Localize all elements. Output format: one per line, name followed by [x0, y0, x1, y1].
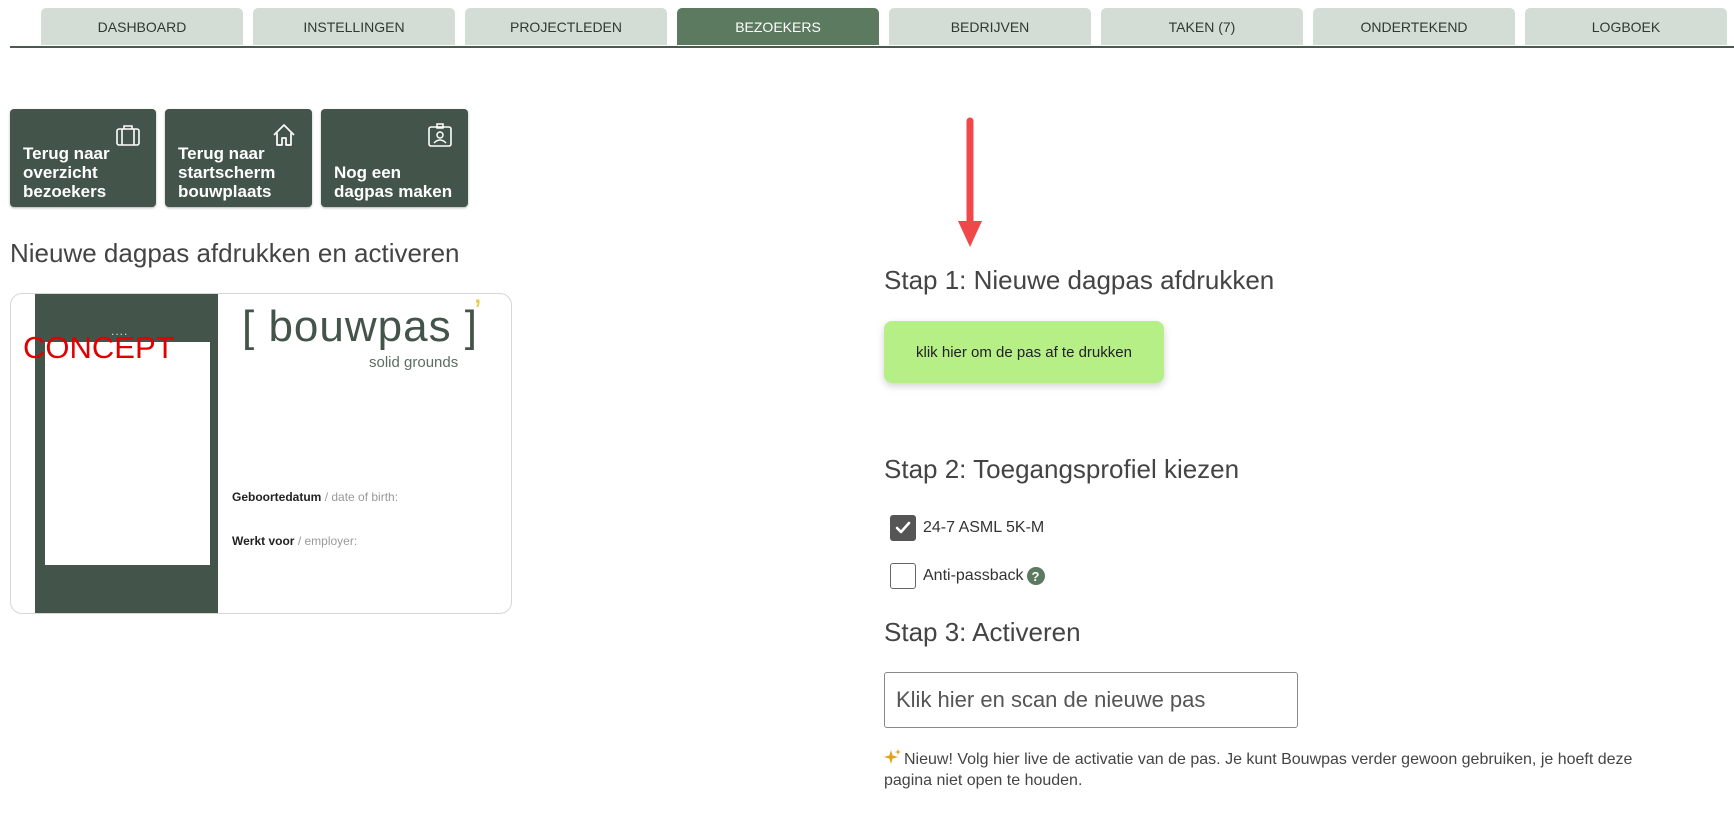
tab-projectleden[interactable]: PROJECTLEDEN: [465, 8, 667, 45]
employer-sublabel: / employer:: [297, 534, 358, 548]
new-day-pass-button[interactable]: Nog een dagpas maken: [321, 109, 468, 207]
help-icon[interactable]: ?: [1026, 567, 1045, 585]
anti-passback-label: Anti-passback: [923, 567, 1024, 584]
birth-date-label: Geboortedatum: [232, 490, 322, 504]
logo-tagline: solid grounds: [369, 354, 459, 371]
photo-placeholder: [45, 342, 210, 565]
logo-text: [ bouwpas ]: [242, 302, 479, 351]
profile-checkbox[interactable]: [890, 515, 916, 541]
step3-title: Stap 3: Activeren: [884, 617, 1081, 647]
activation-note-text: Nieuw! Volg hier live de activatie van d…: [884, 751, 1633, 789]
profile-option-asml: 24-7 ASML 5K-M: [890, 515, 1044, 541]
sparkle-icon: [884, 749, 901, 764]
tile-label: Nog een dagpas maken: [334, 163, 453, 201]
activation-note: Nieuw! Volg hier live de activatie van d…: [884, 749, 1644, 791]
concept-watermark: CONCEPT: [23, 330, 175, 365]
tab-dashboard[interactable]: DASHBOARD: [41, 8, 243, 45]
birth-date-field: Geboortedatum / date of birth:: [232, 490, 398, 504]
print-pass-button[interactable]: klik hier om de pas af te drukken: [884, 321, 1164, 383]
id-badge-icon: [428, 123, 452, 147]
bouwpas-logo: [ bouwpas ]’: [242, 294, 487, 352]
employer-label: Werkt voor: [232, 534, 295, 548]
profile-label: 24-7 ASML 5K-M: [923, 519, 1045, 536]
tile-label: Terug naar overzicht bezoekers: [23, 144, 110, 201]
back-to-visitors-button[interactable]: Terug naar overzicht bezoekers: [10, 109, 156, 207]
tile-label: Terug naar startscherm bouwplaats: [178, 144, 276, 201]
logo-mark: ’: [474, 293, 483, 331]
tab-bedrijven[interactable]: BEDRIJVEN: [889, 8, 1091, 45]
anti-passback-option: Anti-passback ?: [890, 563, 1045, 589]
tab-taken[interactable]: TAKEN (7): [1101, 8, 1303, 45]
arrow-down-icon: [958, 117, 982, 247]
briefcase-icon: [116, 125, 140, 146]
anti-passback-checkbox[interactable]: [890, 563, 916, 589]
scan-pass-input[interactable]: [884, 672, 1298, 728]
checkmark-icon: [895, 521, 911, 534]
employer-field: Werkt voor / employer:: [232, 534, 357, 548]
tab-ondertekend[interactable]: ONDERTEKEND: [1313, 8, 1515, 45]
birth-date-sublabel: / date of birth:: [324, 490, 399, 504]
tab-bezoekers[interactable]: BEZOEKERS: [677, 8, 879, 45]
day-pass-preview: .... CONCEPT [ bouwpas ]’ solid grounds …: [10, 293, 512, 614]
step1-title: Stap 1: Nieuwe dagpas afdrukken: [884, 265, 1275, 295]
step2-title: Stap 2: Toegangsprofiel kiezen: [884, 454, 1240, 484]
tab-instellingen[interactable]: INSTELLINGEN: [253, 8, 455, 45]
back-to-site-home-button[interactable]: Terug naar startscherm bouwplaats: [165, 109, 312, 207]
tab-logboek[interactable]: LOGBOEK: [1525, 8, 1727, 45]
tab-bar: DASHBOARD INSTELLINGEN PROJECTLEDEN BEZO…: [10, 0, 1734, 48]
page-title: Nieuwe dagpas afdrukken en activeren: [10, 238, 460, 268]
